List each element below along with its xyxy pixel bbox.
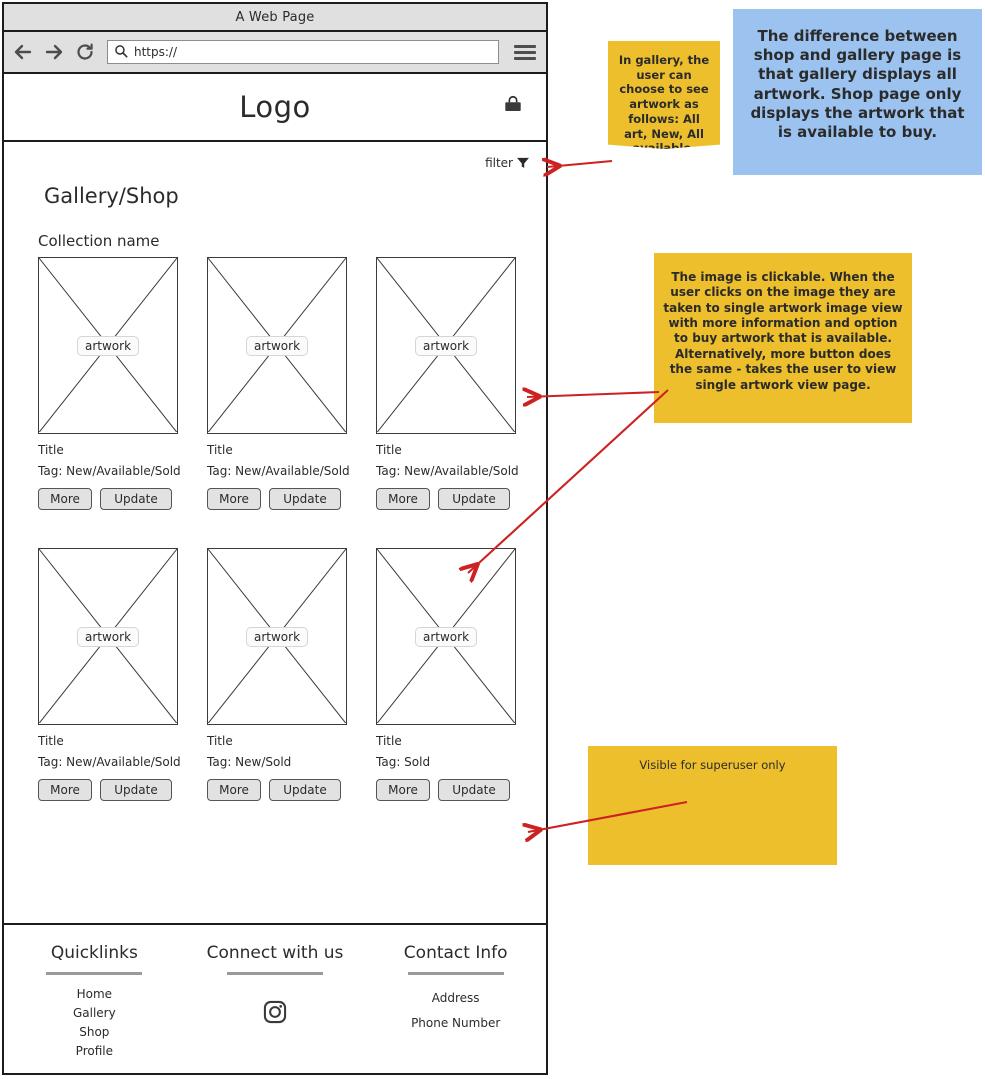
browser-toolbar: https:// xyxy=(4,32,546,74)
more-button[interactable]: More xyxy=(38,779,92,801)
artwork-placeholder-label: artwork xyxy=(414,626,478,647)
artwork-title: Title xyxy=(376,734,402,748)
artwork-placeholder-label: artwork xyxy=(245,626,309,647)
artwork-placeholder-label: artwork xyxy=(76,626,140,647)
hamburger-menu-icon[interactable] xyxy=(514,40,538,64)
artwork-tag: Tag: New/Available/Sold xyxy=(38,755,181,769)
footer-column-connect: Connect with us xyxy=(185,943,366,1070)
more-button[interactable]: More xyxy=(207,488,261,510)
more-button[interactable]: More xyxy=(376,488,430,510)
artwork-card-actions: More Update xyxy=(376,488,516,510)
artwork-tag: Tag: New/Available/Sold xyxy=(38,464,181,478)
footer-divider xyxy=(407,972,504,975)
artwork-tag: Tag: New/Available/Sold xyxy=(376,464,519,478)
update-button[interactable]: Update xyxy=(100,779,172,801)
artwork-grid-row-2: artwork Title Tag: New/Available/Sold Mo… xyxy=(38,548,546,801)
artwork-thumbnail[interactable]: artwork xyxy=(207,548,347,725)
url-bar[interactable]: https:// xyxy=(107,40,499,64)
back-icon[interactable] xyxy=(12,41,34,63)
artwork-card: artwork Title Tag: New/Sold More Update xyxy=(207,548,347,801)
funnel-filter-icon[interactable] xyxy=(516,156,530,170)
artwork-placeholder-label: artwork xyxy=(76,335,140,356)
artwork-title: Title xyxy=(376,443,402,457)
artwork-card: artwork Title Tag: Sold More Update xyxy=(376,548,516,801)
sticky-note-filter: In gallery, the user can choose to see a… xyxy=(608,41,720,149)
filter-control[interactable]: filter xyxy=(4,142,546,170)
page-content-panel: filter Gallery/Shop Collection name artw… xyxy=(4,142,546,925)
more-button[interactable]: More xyxy=(207,779,261,801)
artwork-card-actions: More Update xyxy=(38,779,178,801)
filter-label: filter xyxy=(485,156,513,170)
wireframe-canvas: A Web Page https:// Logo filter Gallery/… xyxy=(0,0,985,1079)
artwork-thumbnail[interactable]: artwork xyxy=(376,548,516,725)
update-button[interactable]: Update xyxy=(269,488,341,510)
artwork-tag: Tag: Sold xyxy=(376,755,431,769)
browser-window-title: A Web Page xyxy=(235,9,315,25)
artwork-title: Title xyxy=(207,443,233,457)
more-button[interactable]: More xyxy=(376,779,430,801)
artwork-tag: Tag: New/Sold xyxy=(207,755,292,769)
sticky-note-difference: The difference between shop and gallery … xyxy=(733,9,982,175)
footer-heading: Connect with us xyxy=(206,943,344,963)
footer-divider xyxy=(226,972,323,975)
artwork-title: Title xyxy=(207,734,233,748)
artwork-tag: Tag: New/Available/Sold xyxy=(207,464,350,478)
collection-name: Collection name xyxy=(38,232,160,250)
search-icon xyxy=(114,43,128,62)
sticky-note-clickable: The image is clickable. When the user cl… xyxy=(654,253,912,423)
site-logo[interactable]: Logo xyxy=(239,90,311,124)
footer-contact-phone: Phone Number xyxy=(411,1016,501,1030)
artwork-placeholder-label: artwork xyxy=(245,335,309,356)
artwork-thumbnail[interactable]: artwork xyxy=(38,257,178,434)
artwork-grid-row-1: artwork Title Tag: New/Available/Sold Mo… xyxy=(38,257,546,510)
footer-contact-address: Address xyxy=(431,991,480,1005)
forward-icon[interactable] xyxy=(43,41,65,63)
artwork-thumbnail[interactable]: artwork xyxy=(38,548,178,725)
artwork-card: artwork Title Tag: New/Available/Sold Mo… xyxy=(207,257,350,510)
update-button[interactable]: Update xyxy=(269,779,341,801)
artwork-card-actions: More Update xyxy=(376,779,516,801)
update-button[interactable]: Update xyxy=(438,488,510,510)
footer-divider xyxy=(46,972,143,975)
browser-titlebar: A Web Page xyxy=(4,4,546,32)
more-button[interactable]: More xyxy=(38,488,92,510)
update-button[interactable]: Update xyxy=(100,488,172,510)
artwork-placeholder-label: artwork xyxy=(414,335,478,356)
update-button[interactable]: Update xyxy=(438,779,510,801)
site-header: Logo xyxy=(4,74,546,142)
footer-column-quicklinks: Quicklinks Home Gallery Shop Profile xyxy=(4,943,185,1070)
footer-heading: Contact Info xyxy=(403,943,508,963)
instagram-icon[interactable] xyxy=(262,999,288,1029)
footer-link-profile[interactable]: Profile xyxy=(4,1042,185,1061)
reload-icon[interactable] xyxy=(74,41,96,63)
sticky-note-superuser: Visible for superuser only xyxy=(588,746,837,865)
artwork-card: artwork Title Tag: New/Available/Sold Mo… xyxy=(38,257,181,510)
footer-link-home[interactable]: Home xyxy=(4,985,185,1004)
artwork-card-actions: More Update xyxy=(207,488,347,510)
footer-column-contact: Contact Info Address Phone Number xyxy=(365,943,546,1070)
footer-heading: Quicklinks xyxy=(50,943,138,963)
artwork-title: Title xyxy=(38,443,64,457)
site-footer: Quicklinks Home Gallery Shop Profile Con… xyxy=(4,925,546,1070)
footer-link-gallery[interactable]: Gallery xyxy=(4,1004,185,1023)
artwork-card: artwork Title Tag: New/Available/Sold Mo… xyxy=(38,548,181,801)
artwork-title: Title xyxy=(38,734,64,748)
browser-window: A Web Page https:// Logo filter Gallery/… xyxy=(2,2,548,1075)
arrow-filter xyxy=(547,161,613,167)
footer-link-shop[interactable]: Shop xyxy=(4,1023,185,1042)
artwork-card-actions: More Update xyxy=(207,779,347,801)
artwork-card: artwork Title Tag: New/Available/Sold Mo… xyxy=(376,257,519,510)
artwork-thumbnail[interactable]: artwork xyxy=(207,257,347,434)
page-title: Gallery/Shop xyxy=(44,184,179,208)
url-input[interactable]: https:// xyxy=(134,45,177,59)
artwork-thumbnail[interactable]: artwork xyxy=(376,257,516,434)
artwork-card-actions: More Update xyxy=(38,488,178,510)
shopping-bag-icon[interactable] xyxy=(502,94,524,120)
